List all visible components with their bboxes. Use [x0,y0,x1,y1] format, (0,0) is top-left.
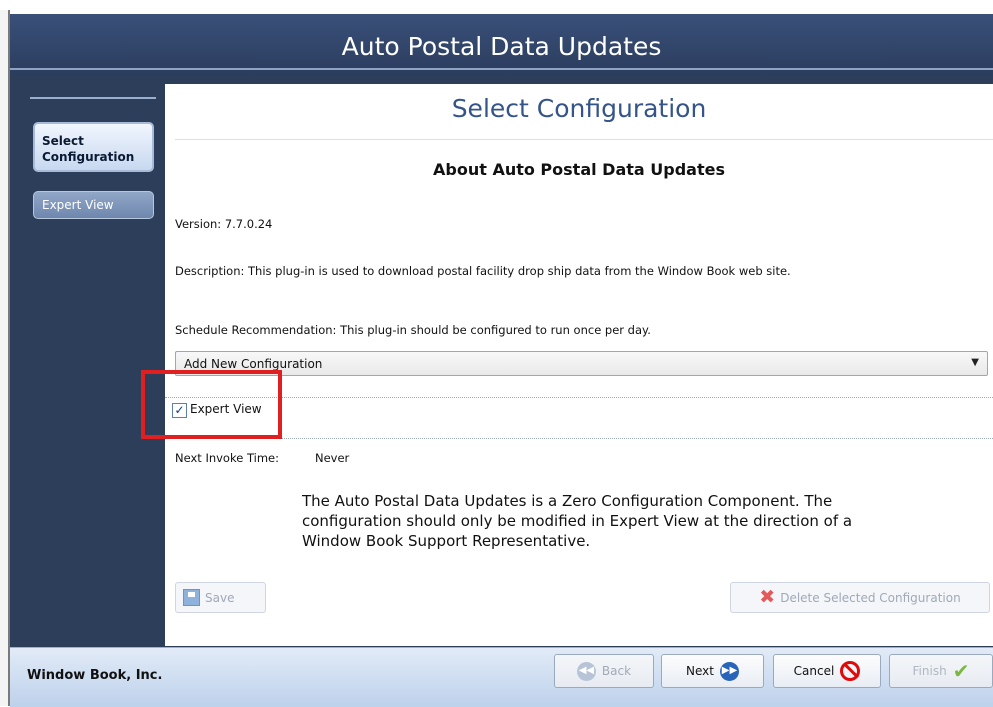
delete-selected-configuration-button[interactable]: ✖ Delete Selected Configuration [730,582,990,613]
next-invoke-value: Never [315,451,350,465]
save-button-label: Save [205,590,235,605]
delete-button-label: Delete Selected Configuration [780,590,961,605]
sidebar-item-label: Expert View [42,198,114,212]
section-title: About Auto Postal Data Updates [433,160,725,179]
expert-view-row: ✓ Expert View [165,397,993,439]
page-title: Select Configuration [451,94,707,123]
description-text: Description: This plug-in is used to dow… [175,264,791,278]
company-name: Window Book, Inc. [27,668,163,683]
version-text: Version: 7.7.0.24 [175,217,273,231]
delete-icon: ✖ [759,586,776,608]
schedule-text: Schedule Recommendation: This plug-in sh… [175,323,651,337]
footer-bar: Window Book, Inc. ◀◀ Back Next ▶▶ Cancel… [10,647,993,707]
title-divider [10,68,993,70]
zero-configuration-message: The Auto Postal Data Updates is a Zero C… [302,492,853,550]
sidebar-divider [30,97,156,99]
left-window-frame [0,10,10,706]
next-invoke-label: Next Invoke Time: [175,451,279,465]
save-button[interactable]: Save [175,582,266,613]
sidebar-item-select-configuration[interactable]: Select Configuration [33,122,154,172]
finish-button-label: Finish [912,664,947,678]
window-title: Auto Postal Data Updates [10,14,993,76]
page-title-divider [175,139,993,140]
next-button[interactable]: Next ▶▶ [661,654,764,688]
back-button[interactable]: ◀◀ Back [554,654,654,688]
next-arrow-icon: ▶▶ [719,661,739,681]
configuration-select[interactable]: Add New Configuration ▼ [175,351,988,376]
sidebar-item-expert-view[interactable]: Expert View [33,191,154,219]
back-button-label: Back [601,664,632,678]
cancel-icon [840,661,861,681]
checkmark-icon: ✔ [952,659,970,683]
finish-button[interactable]: Finish ✔ [889,654,993,688]
highlight-box [141,370,282,439]
next-button-label: Next [686,664,714,678]
configuration-select-value: Add New Configuration [184,357,323,371]
sidebar-item-label: Select Configuration [42,134,135,164]
cancel-button[interactable]: Cancel [773,654,881,688]
cancel-button-label: Cancel [793,664,835,678]
save-icon [183,589,200,606]
back-arrow-icon: ◀◀ [576,661,596,681]
chevron-down-icon: ▼ [971,357,979,368]
main-panel: Select Configuration About Auto Postal D… [165,84,993,646]
